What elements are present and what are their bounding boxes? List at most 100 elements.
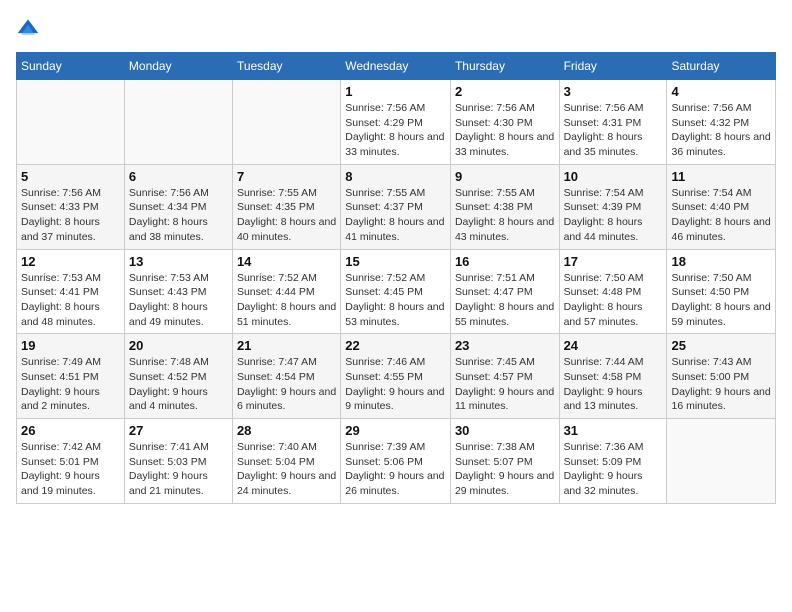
logo-icon xyxy=(16,16,40,40)
day-info: Sunrise: 7:48 AM Sunset: 4:52 PM Dayligh… xyxy=(129,355,228,414)
calendar-cell: 20 Sunrise: 7:48 AM Sunset: 4:52 PM Dayli… xyxy=(124,334,232,419)
day-number: 21 xyxy=(237,338,336,353)
day-info: Sunrise: 7:52 AM Sunset: 4:44 PM Dayligh… xyxy=(237,271,336,330)
day-info: Sunrise: 7:46 AM Sunset: 4:55 PM Dayligh… xyxy=(345,355,446,414)
calendar-cell: 8Sunrise: 7:55 AM Sunset: 4:37 PM Daylig… xyxy=(341,164,451,249)
day-info: Sunrise: 7:43 AM Sunset: 5:00 PM Dayligh… xyxy=(671,355,771,414)
calendar-cell xyxy=(124,80,232,165)
day-number: 17 xyxy=(564,254,663,269)
calendar-week-row: 1Sunrise: 7:56 AM Sunset: 4:29 PM Daylig… xyxy=(17,80,776,165)
day-number: 28 xyxy=(237,423,336,438)
day-info: Sunrise: 7:44 AM Sunset: 4:58 PM Dayligh… xyxy=(564,355,663,414)
day-number: 12 xyxy=(21,254,120,269)
day-info: Sunrise: 7:54 AM Sunset: 4:40 PM Dayligh… xyxy=(671,186,771,245)
calendar-week-row: 19 Sunrise: 7:49 AM Sunset: 4:51 PM Dayli… xyxy=(17,334,776,419)
day-number: 19 xyxy=(21,338,120,353)
calendar-cell: 11 Sunrise: 7:54 AM Sunset: 4:40 PM Dayli… xyxy=(667,164,776,249)
calendar-cell xyxy=(667,419,776,504)
calendar-cell: 13 Sunrise: 7:53 AM Sunset: 4:43 PM Dayli… xyxy=(124,249,232,334)
day-info: Sunrise: 7:53 AM Sunset: 4:43 PM Dayligh… xyxy=(129,271,228,330)
day-number: 16 xyxy=(455,254,555,269)
day-info: Sunrise: 7:42 AM Sunset: 5:01 PM Dayligh… xyxy=(21,440,120,499)
day-info: Sunrise: 7:51 AM Sunset: 4:47 PM Dayligh… xyxy=(455,271,555,330)
calendar-cell: 22 Sunrise: 7:46 AM Sunset: 4:55 PM Dayli… xyxy=(341,334,451,419)
day-info: Sunrise: 7:55 AM Sunset: 4:38 PM Dayligh… xyxy=(455,186,555,245)
calendar-cell: 23 Sunrise: 7:45 AM Sunset: 4:57 PM Dayli… xyxy=(450,334,559,419)
dow-header: Wednesday xyxy=(341,53,451,80)
calendar-cell: 31 Sunrise: 7:36 AM Sunset: 5:09 PM Dayli… xyxy=(559,419,667,504)
calendar-cell: 24 Sunrise: 7:44 AM Sunset: 4:58 PM Dayli… xyxy=(559,334,667,419)
day-number: 31 xyxy=(564,423,663,438)
day-info: Sunrise: 7:53 AM Sunset: 4:41 PM Dayligh… xyxy=(21,271,120,330)
calendar-cell: 3 Sunrise: 7:56 AM Sunset: 4:31 PM Daylig… xyxy=(559,80,667,165)
day-info: Sunrise: 7:55 AM Sunset: 4:35 PM Dayligh… xyxy=(237,186,336,245)
day-number: 7 xyxy=(237,169,336,184)
calendar-week-row: 26 Sunrise: 7:42 AM Sunset: 5:01 PM Dayli… xyxy=(17,419,776,504)
calendar-cell: 5 Sunrise: 7:56 AM Sunset: 4:33 PM Daylig… xyxy=(17,164,125,249)
calendar-cell: 7 Sunrise: 7:55 AM Sunset: 4:35 PM Daylig… xyxy=(232,164,340,249)
calendar-cell: 17 Sunrise: 7:50 AM Sunset: 4:48 PM Dayli… xyxy=(559,249,667,334)
calendar-cell: 6 Sunrise: 7:56 AM Sunset: 4:34 PM Daylig… xyxy=(124,164,232,249)
calendar-cell: 9 Sunrise: 7:55 AM Sunset: 4:38 PM Daylig… xyxy=(450,164,559,249)
day-number: 25 xyxy=(671,338,771,353)
day-number: 26 xyxy=(21,423,120,438)
day-info: Sunrise: 7:52 AM Sunset: 4:45 PM Dayligh… xyxy=(345,271,446,330)
calendar-cell: 29Sunrise: 7:39 AM Sunset: 5:06 PM Dayli… xyxy=(341,419,451,504)
calendar-cell: 21Sunrise: 7:47 AM Sunset: 4:54 PM Dayli… xyxy=(232,334,340,419)
calendar-cell: 18 Sunrise: 7:50 AM Sunset: 4:50 PM Dayli… xyxy=(667,249,776,334)
day-number: 18 xyxy=(671,254,771,269)
dow-header: Saturday xyxy=(667,53,776,80)
page-header xyxy=(16,16,776,40)
day-number: 4 xyxy=(671,84,771,99)
day-info: Sunrise: 7:50 AM Sunset: 4:50 PM Dayligh… xyxy=(671,271,771,330)
dow-header: Friday xyxy=(559,53,667,80)
day-number: 6 xyxy=(129,169,228,184)
calendar-week-row: 12 Sunrise: 7:53 AM Sunset: 4:41 PM Dayli… xyxy=(17,249,776,334)
day-number: 23 xyxy=(455,338,555,353)
day-number: 9 xyxy=(455,169,555,184)
day-info: Sunrise: 7:54 AM Sunset: 4:39 PM Dayligh… xyxy=(564,186,663,245)
dow-header: Tuesday xyxy=(232,53,340,80)
day-number: 14 xyxy=(237,254,336,269)
calendar-cell: 27Sunrise: 7:41 AM Sunset: 5:03 PM Dayli… xyxy=(124,419,232,504)
day-info: Sunrise: 7:36 AM Sunset: 5:09 PM Dayligh… xyxy=(564,440,663,499)
day-number: 24 xyxy=(564,338,663,353)
day-number: 27 xyxy=(129,423,228,438)
dow-header: Monday xyxy=(124,53,232,80)
day-number: 10 xyxy=(564,169,663,184)
day-info: Sunrise: 7:56 AM Sunset: 4:31 PM Dayligh… xyxy=(564,101,663,160)
calendar-cell: 10 Sunrise: 7:54 AM Sunset: 4:39 PM Dayli… xyxy=(559,164,667,249)
calendar-cell xyxy=(17,80,125,165)
day-info: Sunrise: 7:56 AM Sunset: 4:34 PM Dayligh… xyxy=(129,186,228,245)
day-info: Sunrise: 7:56 AM Sunset: 4:30 PM Dayligh… xyxy=(455,101,555,160)
calendar-cell: 16 Sunrise: 7:51 AM Sunset: 4:47 PM Dayli… xyxy=(450,249,559,334)
day-number: 5 xyxy=(21,169,120,184)
calendar-cell: 2Sunrise: 7:56 AM Sunset: 4:30 PM Daylig… xyxy=(450,80,559,165)
day-number: 20 xyxy=(129,338,228,353)
day-info: Sunrise: 7:49 AM Sunset: 4:51 PM Dayligh… xyxy=(21,355,120,414)
day-info: Sunrise: 7:50 AM Sunset: 4:48 PM Dayligh… xyxy=(564,271,663,330)
day-number: 15 xyxy=(345,254,446,269)
days-of-week-row: SundayMondayTuesdayWednesdayThursdayFrid… xyxy=(17,53,776,80)
day-number: 11 xyxy=(671,169,771,184)
day-info: Sunrise: 7:40 AM Sunset: 5:04 PM Dayligh… xyxy=(237,440,336,499)
calendar-cell: 30 Sunrise: 7:38 AM Sunset: 5:07 PM Dayli… xyxy=(450,419,559,504)
day-number: 3 xyxy=(564,84,663,99)
day-info: Sunrise: 7:56 AM Sunset: 4:32 PM Dayligh… xyxy=(671,101,771,160)
day-info: Sunrise: 7:38 AM Sunset: 5:07 PM Dayligh… xyxy=(455,440,555,499)
day-number: 22 xyxy=(345,338,446,353)
day-info: Sunrise: 7:45 AM Sunset: 4:57 PM Dayligh… xyxy=(455,355,555,414)
logo xyxy=(16,16,44,40)
dow-header: Thursday xyxy=(450,53,559,80)
day-info: Sunrise: 7:55 AM Sunset: 4:37 PM Dayligh… xyxy=(345,186,446,245)
day-info: Sunrise: 7:39 AM Sunset: 5:06 PM Dayligh… xyxy=(345,440,446,499)
calendar-cell: 1Sunrise: 7:56 AM Sunset: 4:29 PM Daylig… xyxy=(341,80,451,165)
calendar-cell xyxy=(232,80,340,165)
calendar-cell: 4 Sunrise: 7:56 AM Sunset: 4:32 PM Daylig… xyxy=(667,80,776,165)
calendar-cell: 12 Sunrise: 7:53 AM Sunset: 4:41 PM Dayli… xyxy=(17,249,125,334)
day-number: 1 xyxy=(345,84,446,99)
day-number: 13 xyxy=(129,254,228,269)
day-info: Sunrise: 7:56 AM Sunset: 4:33 PM Dayligh… xyxy=(21,186,120,245)
calendar-cell: 14 Sunrise: 7:52 AM Sunset: 4:44 PM Dayli… xyxy=(232,249,340,334)
day-number: 30 xyxy=(455,423,555,438)
